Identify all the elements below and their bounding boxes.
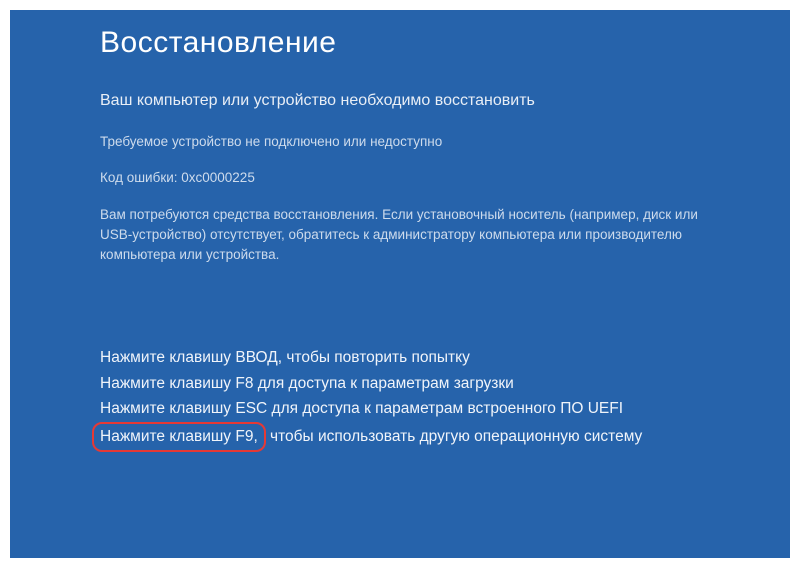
recovery-subtitle: Ваш компьютер или устройство необходимо … [100,92,700,110]
f9-highlight: Нажмите клавишу F9, [92,422,266,452]
device-error-message: Требуемое устройство не подключено или н… [100,132,700,152]
action-f8: Нажмите клавишу F8 для доступа к парамет… [100,371,700,397]
f9-rest: чтобы использовать другую операционную с… [266,428,643,445]
key-actions: Нажмите клавишу ВВОД, чтобы повторить по… [100,345,700,451]
action-f9: Нажмите клавишу F9, чтобы использовать д… [100,422,700,452]
recovery-screen: Восстановление Ваш компьютер или устройс… [10,10,790,558]
error-code: Код ошибки: 0xc0000225 [100,168,700,188]
action-esc: Нажмите клавишу ESC для доступа к параме… [100,396,700,422]
page-title: Восстановление [100,26,700,60]
action-enter: Нажмите клавишу ВВОД, чтобы повторить по… [100,345,700,371]
recovery-instructions: Вам потребуются средства восстановления.… [100,205,700,266]
